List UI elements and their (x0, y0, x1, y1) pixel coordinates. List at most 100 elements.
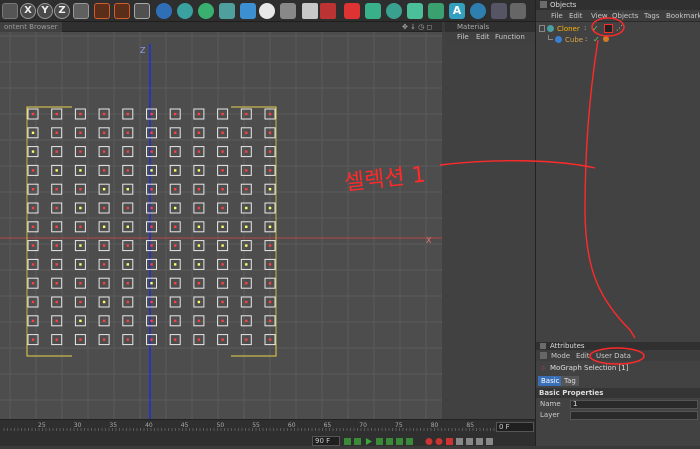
attributes-menu-edit[interactable]: Edit (576, 352, 590, 360)
clone-point (150, 319, 153, 322)
record-icon[interactable] (320, 3, 336, 19)
clone-point (268, 188, 272, 191)
spline-icon[interactable] (428, 3, 444, 19)
deformer-icon[interactable] (240, 3, 256, 19)
playback-controls[interactable] (344, 437, 424, 446)
clone-point (126, 263, 129, 266)
clone-point (102, 206, 106, 210)
objects-menu-view[interactable]: View (591, 12, 608, 20)
clone-point (174, 206, 177, 210)
right-panel: Objects File Edit View Objects Tags Book… (535, 0, 700, 446)
clone-point (221, 263, 224, 266)
clone-point (79, 206, 82, 210)
clone-point (150, 225, 153, 228)
clone-point (55, 282, 58, 285)
objects-menu-edit[interactable]: Edit (569, 12, 583, 20)
tab-tag[interactable]: Tag (561, 376, 579, 386)
clone-point (102, 338, 106, 341)
objects-menu: File Edit View Objects Tags Bookmarks (536, 10, 700, 22)
attributes-menu-userdata[interactable]: User Data (596, 352, 631, 360)
motext-icon[interactable] (470, 3, 486, 19)
clone-point (55, 300, 58, 304)
dots-icon[interactable] (491, 3, 507, 19)
objects-menu-file[interactable]: File (551, 12, 563, 20)
clone-point (55, 131, 58, 134)
tree-row-cube[interactable]: Cube : ✓ (536, 35, 700, 45)
materials-menu-edit[interactable]: Edit (476, 32, 490, 43)
clone-point (102, 319, 106, 322)
clone-point (221, 338, 224, 341)
enabled-check-icon[interactable]: ✓ (593, 36, 600, 44)
timeline-panel[interactable]: 2530354045505560657075808590 0 F 90 F (0, 419, 535, 446)
clone-point (245, 225, 248, 228)
y-axis-button[interactable]: Y (37, 3, 53, 19)
x-axis-label: X (426, 236, 432, 245)
materials-menu-function[interactable]: Function (495, 32, 525, 43)
objects-menu-tags[interactable]: Tags (644, 12, 660, 20)
clone-point (126, 282, 129, 285)
pivot-icon[interactable] (510, 3, 526, 19)
dots-tag-icon[interactable]: ⋰ (616, 25, 624, 32)
viewport[interactable]: ZX (0, 32, 442, 419)
z-axis-button[interactable]: Z (54, 3, 70, 19)
objects-menu-objects[interactable]: Objects (612, 12, 638, 20)
clone-point (55, 225, 58, 228)
viewport-nav-icons[interactable]: ✥ ↓ ◷ ◻ (402, 23, 442, 32)
attributes-menu-mode[interactable]: Mode (551, 352, 570, 360)
primitive-cube-icon[interactable] (365, 3, 381, 19)
cloner-tool-icon[interactable] (198, 3, 214, 19)
text-tool-icon[interactable]: A (449, 3, 465, 19)
objects-menu-bookmarks[interactable]: Bookmarks (666, 12, 700, 20)
tab-basic[interactable]: Basic (538, 376, 563, 386)
render-settings-icon[interactable] (134, 3, 150, 19)
clone-point (245, 244, 248, 247)
attributes-header: Attributes (536, 342, 700, 350)
clone-point (245, 131, 248, 134)
pointer-icon[interactable] (2, 3, 18, 19)
clone-point (79, 282, 82, 285)
cube-label[interactable]: Cube (565, 35, 583, 45)
clone-point (221, 282, 224, 285)
expand-toggle-icon[interactable] (539, 25, 545, 32)
clone-point (31, 206, 35, 210)
snap-icon[interactable] (302, 3, 318, 19)
subdivision-icon[interactable] (177, 3, 193, 19)
render-view-icon[interactable] (94, 3, 110, 19)
cube-primitive-icon[interactable] (156, 3, 172, 19)
clone-point (197, 282, 201, 285)
viewport-canvas[interactable]: ZX (0, 32, 442, 419)
tree-row-cloner[interactable]: Cloner : ✓ ⋰ (536, 24, 700, 34)
light-icon[interactable] (259, 3, 275, 19)
visibility-dots-icon[interactable]: : (585, 36, 591, 43)
materials-title: Materials (445, 22, 535, 32)
visibility-dots-icon[interactable]: : (584, 25, 590, 32)
effector-icon[interactable] (407, 3, 423, 19)
render-picture-icon[interactable] (114, 3, 130, 19)
film-icon[interactable] (344, 3, 360, 19)
bbox-corner (26, 344, 72, 357)
materials-menu-file[interactable]: File (457, 32, 469, 43)
clone-point (79, 131, 82, 134)
phong-tag-icon[interactable] (603, 36, 609, 42)
name-input[interactable]: 1 (570, 400, 698, 409)
layer-input[interactable] (570, 411, 698, 420)
tag-icon[interactable] (386, 3, 402, 19)
current-frame-field[interactable]: 0 F (496, 422, 534, 432)
cloner-label[interactable]: Cloner (557, 24, 580, 34)
coordinate-system-icon[interactable] (73, 3, 89, 19)
attributes-title: Attributes (550, 342, 585, 350)
clone-point (79, 225, 82, 228)
enabled-check-icon[interactable]: ✓ (592, 25, 599, 33)
content-browser-tab[interactable]: ontent Browser (0, 22, 62, 32)
clone-point (79, 319, 82, 322)
end-frame-field[interactable]: 90 F (312, 436, 340, 446)
clone-point (197, 319, 201, 322)
camera-icon[interactable] (280, 3, 296, 19)
clone-point (55, 338, 58, 341)
mograph-selection-tag-icon[interactable] (604, 24, 613, 33)
lock-icon[interactable] (540, 352, 547, 359)
clone-point (102, 169, 106, 172)
keyframe-tool-icons[interactable] (425, 437, 505, 446)
x-axis-button[interactable]: X (20, 3, 36, 19)
generator-icon[interactable] (219, 3, 235, 19)
